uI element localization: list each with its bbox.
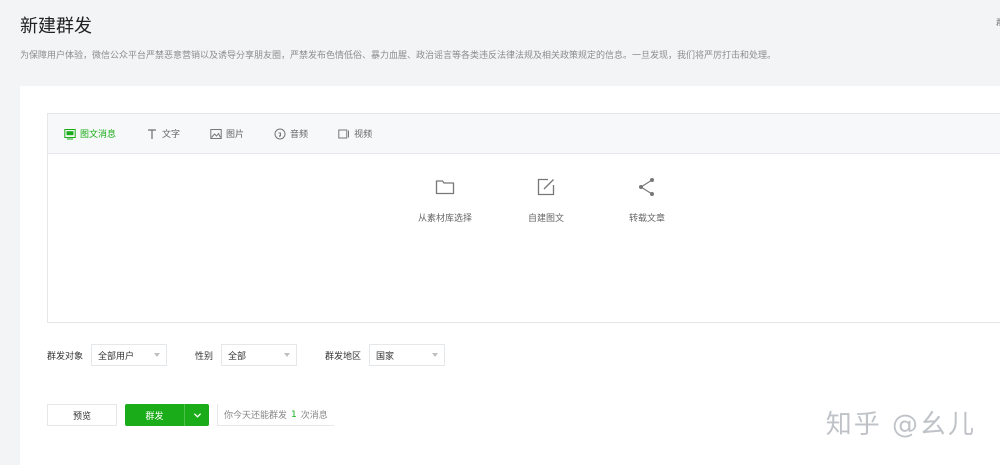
- edit-icon: [537, 178, 555, 196]
- chevron-down-icon: [154, 353, 161, 357]
- chevron-down-icon: [432, 353, 439, 357]
- repost-article-button[interactable]: 转载文章: [607, 176, 687, 225]
- audience-label: 群发对象: [47, 351, 84, 362]
- chevron-down-icon: [193, 412, 201, 418]
- create-article-label: 自建图文: [527, 214, 564, 224]
- share-icon: [639, 178, 654, 196]
- message-editor: 图文消息 文字 图片 音频 视频 从素材库选择 自建图文 转载文章: [47, 113, 1000, 323]
- text-icon: [146, 128, 158, 140]
- gender-value: 全部: [228, 351, 247, 362]
- send-quota: 你今天还能群发 1 次消息: [217, 404, 334, 426]
- tab-text-label: 文字: [162, 130, 181, 140]
- choose-from-library-button[interactable]: 从素材库选择: [405, 176, 485, 225]
- page-title: 新建群发: [20, 16, 92, 37]
- gender-select[interactable]: 全部: [221, 344, 298, 366]
- chevron-down-icon: [284, 353, 291, 357]
- article-icon: [64, 128, 76, 140]
- page-description: 为保障用户体验，微信公众平台严禁恶意营销以及诱导分享朋友圈，严禁发布色情低俗、暴…: [20, 51, 777, 61]
- content-choices: 从素材库选择 自建图文 转载文章: [48, 176, 1000, 256]
- choose-from-library-label: 从素材库选择: [417, 214, 472, 224]
- tab-video[interactable]: 视频: [338, 127, 372, 140]
- tab-article-label: 图文消息: [80, 130, 117, 140]
- tab-text[interactable]: 文字: [146, 127, 180, 140]
- region-select[interactable]: 国家: [369, 344, 446, 366]
- tab-audio-label: 音频: [290, 130, 309, 140]
- audience-value: 全部用户: [98, 351, 135, 362]
- repost-article-label: 转载文章: [628, 214, 665, 224]
- tab-image-label: 图片: [226, 130, 245, 140]
- create-article-button[interactable]: 自建图文: [506, 176, 586, 225]
- quota-suffix: 次消息: [300, 411, 328, 421]
- quota-prefix: 你今天还能群发: [224, 411, 288, 421]
- tab-audio[interactable]: 音频: [274, 127, 308, 140]
- region-label: 群发地区: [325, 351, 362, 362]
- send-button-label: 群发: [145, 411, 164, 422]
- gender-label: 性别: [195, 351, 214, 362]
- audio-icon: [274, 128, 286, 140]
- tab-image[interactable]: 图片: [210, 127, 244, 140]
- audience-select[interactable]: 全部用户: [91, 344, 168, 366]
- preview-button[interactable]: 预览: [47, 404, 117, 426]
- send-filters: 群发对象 全部用户 性别 全部 群发地区 国家: [47, 344, 473, 366]
- message-type-tabs: 图文消息 文字 图片 音频 视频: [48, 114, 1000, 154]
- send-actions: 预览 群发 你今天还能群发 1 次消息: [47, 404, 334, 426]
- tab-video-label: 视频: [354, 130, 373, 140]
- quota-count: 1: [291, 409, 297, 420]
- region-value: 国家: [376, 351, 395, 362]
- watermark: 知乎 @幺儿: [825, 410, 976, 440]
- image-icon: [210, 128, 222, 140]
- video-icon: [338, 128, 350, 140]
- send-button[interactable]: 群发: [125, 404, 209, 426]
- folder-icon: [435, 180, 455, 195]
- edge-mark: 群: [996, 16, 1000, 26]
- tab-article[interactable]: 图文消息: [64, 127, 116, 140]
- send-options-button[interactable]: [185, 404, 209, 426]
